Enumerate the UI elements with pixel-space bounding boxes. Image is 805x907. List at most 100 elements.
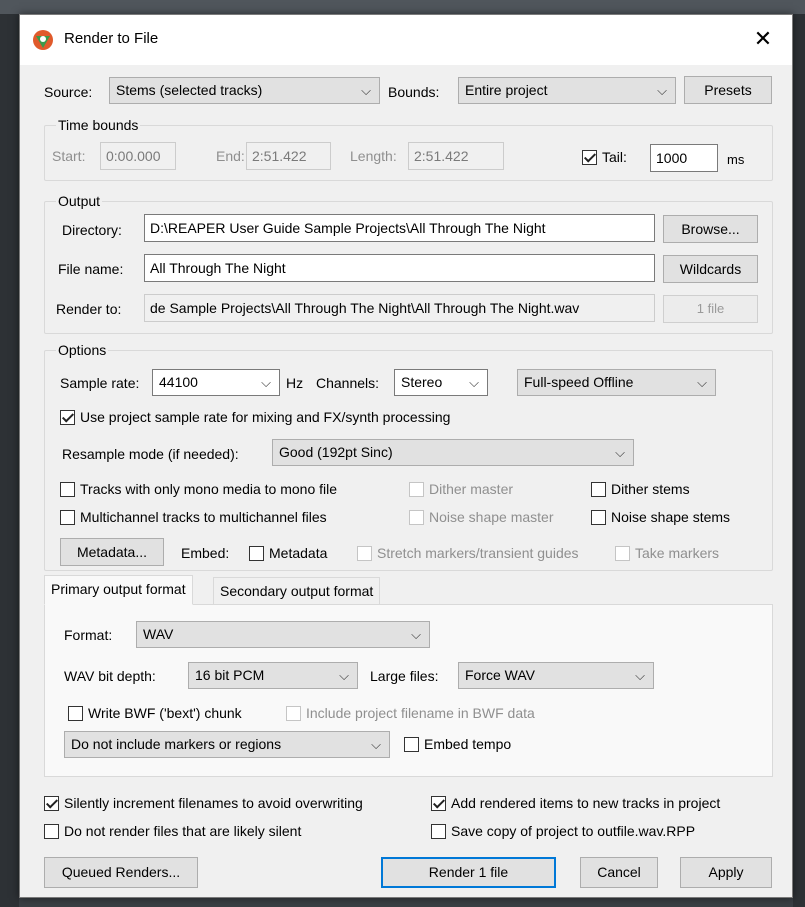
- render-to-field: de Sample Projects\All Through The Night…: [144, 294, 655, 322]
- resample-value: Good (192pt Sinc): [279, 444, 393, 460]
- directory-input[interactable]: D:\REAPER User Guide Sample Projects\All…: [144, 214, 655, 242]
- save-copy-label: Save copy of project to outfile.wav.RPP: [451, 823, 696, 839]
- chevron-down-icon: ⌵: [371, 737, 381, 752]
- embed-metadata-checkbox[interactable]: Metadata: [249, 543, 327, 563]
- tail-input[interactable]: 1000: [650, 144, 718, 172]
- noise-shape-stems-checkbox[interactable]: Noise shape stems: [591, 507, 730, 527]
- format-select[interactable]: WAV ⌵: [136, 621, 430, 648]
- bwf-label: Write BWF ('bext') chunk: [88, 705, 242, 721]
- close-icon[interactable]: ✕: [748, 24, 778, 54]
- resample-select[interactable]: Good (192pt Sinc) ⌵: [272, 439, 634, 466]
- dither-stems-box[interactable]: [591, 481, 606, 497]
- background-app-strip: [793, 14, 805, 907]
- embed-metadata-label: Metadata: [269, 545, 328, 561]
- add-rendered-box[interactable]: [431, 795, 446, 811]
- silent-files-checkbox[interactable]: Do not render files that are likely sile…: [44, 821, 301, 841]
- add-rendered-checkbox[interactable]: Add rendered items to new tracks in proj…: [431, 793, 720, 813]
- dither-master-box: [409, 481, 424, 497]
- take-markers-checkbox: Take markers: [615, 543, 719, 563]
- include-filename-checkbox: Include project filename in BWF data: [286, 703, 535, 723]
- hz-label: Hz: [286, 375, 304, 391]
- source-select[interactable]: Stems (selected tracks) ⌵: [109, 77, 380, 104]
- directory-label: Directory:: [62, 222, 122, 238]
- bwf-checkbox[interactable]: Write BWF ('bext') chunk: [68, 703, 242, 723]
- title-bar: Render to File ✕: [20, 15, 792, 65]
- end-value: 2:51.422: [252, 148, 307, 164]
- time-bounds-title: Time bounds: [56, 117, 141, 133]
- tail-checkbox[interactable]: Tail:: [582, 147, 627, 167]
- render-speed-value: Full-speed Offline: [524, 374, 634, 390]
- chevron-down-icon: ⌵: [361, 83, 371, 98]
- render-speed-select[interactable]: Full-speed Offline ⌵: [517, 369, 716, 396]
- bit-depth-select[interactable]: 16 bit PCM ⌵: [188, 662, 358, 689]
- background-app-strip: [0, 14, 19, 907]
- render-button[interactable]: Render 1 file: [381, 857, 556, 888]
- embed-metadata-box[interactable]: [249, 545, 264, 561]
- output-title: Output: [56, 193, 103, 209]
- queued-renders-button[interactable]: Queued Renders...: [44, 857, 198, 888]
- source-label: Source:: [44, 84, 93, 100]
- multichannel-box[interactable]: [60, 509, 75, 525]
- save-copy-checkbox[interactable]: Save copy of project to outfile.wav.RPP: [431, 821, 695, 841]
- embed-tempo-label: Embed tempo: [424, 736, 512, 752]
- sample-rate-select[interactable]: 44100 ⌵: [152, 369, 280, 396]
- wildcards-button[interactable]: Wildcards: [663, 255, 758, 283]
- save-copy-box[interactable]: [431, 823, 446, 839]
- cancel-button[interactable]: Cancel: [580, 857, 658, 888]
- noise-shape-master-box: [409, 509, 424, 525]
- silent-files-box[interactable]: [44, 823, 59, 839]
- chevron-down-icon: ⌵: [339, 668, 349, 683]
- silently-increment-checkbox[interactable]: Silently increment filenames to avoid ov…: [44, 793, 363, 813]
- use-project-rate-checkbox[interactable]: Use project sample rate for mixing and F…: [60, 407, 450, 427]
- bounds-select[interactable]: Entire project ⌵: [458, 77, 676, 104]
- metadata-button[interactable]: Metadata...: [60, 538, 164, 566]
- silently-increment-box[interactable]: [44, 795, 59, 811]
- dither-stems-checkbox[interactable]: Dither stems: [591, 479, 690, 499]
- end-label: End:: [216, 148, 245, 164]
- large-files-value: Force WAV: [465, 667, 536, 683]
- length-field: 2:51.422: [408, 142, 504, 170]
- presets-button[interactable]: Presets: [684, 76, 772, 104]
- multichannel-checkbox[interactable]: Multichannel tracks to multichannel file…: [60, 507, 327, 527]
- length-label: Length:: [350, 148, 397, 164]
- embed-tempo-box[interactable]: [404, 736, 419, 752]
- resample-label: Resample mode (if needed):: [62, 446, 239, 462]
- take-markers-label: Take markers: [635, 545, 720, 561]
- format-label: Format:: [64, 627, 113, 643]
- sample-rate-value: 44100: [159, 374, 198, 390]
- bwf-box[interactable]: [68, 705, 83, 721]
- stretch-markers-checkbox: Stretch markers/transient guides: [357, 543, 605, 563]
- file-name-input[interactable]: All Through The Night: [144, 254, 655, 282]
- directory-value: D:\REAPER User Guide Sample Projects\All…: [150, 220, 546, 236]
- tab-primary-label: Primary output format: [51, 581, 186, 597]
- tail-value: 1000: [656, 150, 688, 166]
- mono-box[interactable]: [60, 481, 75, 497]
- file-count-button: 1 file: [663, 295, 758, 323]
- bounds-value: Entire project: [465, 82, 548, 98]
- large-files-select[interactable]: Force WAV ⌵: [458, 662, 654, 689]
- silently-increment-label: Silently increment filenames to avoid ov…: [64, 795, 363, 811]
- file-name-label: File name:: [58, 261, 124, 277]
- noise-shape-master-label: Noise shape master: [429, 509, 554, 525]
- markers-select[interactable]: Do not include markers or regions ⌵: [64, 731, 390, 758]
- noise-shape-stems-box[interactable]: [591, 509, 606, 525]
- options-title: Options: [56, 342, 109, 358]
- channels-select[interactable]: Stereo ⌵: [394, 369, 488, 396]
- tab-primary-output-format[interactable]: Primary output format: [44, 575, 193, 605]
- chevron-down-icon: ⌵: [411, 627, 421, 642]
- embed-tempo-checkbox[interactable]: Embed tempo: [404, 734, 511, 754]
- bit-depth-label: WAV bit depth:: [64, 668, 156, 684]
- use-project-rate-box[interactable]: [60, 409, 75, 425]
- mono-label: Tracks with only mono media to mono file: [80, 481, 338, 497]
- take-markers-box: [615, 545, 630, 561]
- silent-files-label: Do not render files that are likely sile…: [64, 823, 302, 839]
- browse-button[interactable]: Browse...: [663, 215, 758, 243]
- apply-button[interactable]: Apply: [680, 857, 772, 888]
- tail-checkbox-box[interactable]: [582, 149, 597, 165]
- dither-master-checkbox: Dither master: [409, 479, 513, 499]
- tab-secondary-output-format[interactable]: Secondary output format: [213, 577, 381, 605]
- stretch-markers-box: [357, 545, 372, 561]
- start-field: 0:00.000: [100, 142, 176, 170]
- bounds-label: Bounds:: [388, 84, 440, 100]
- mono-checkbox[interactable]: Tracks with only mono media to mono file: [60, 479, 337, 499]
